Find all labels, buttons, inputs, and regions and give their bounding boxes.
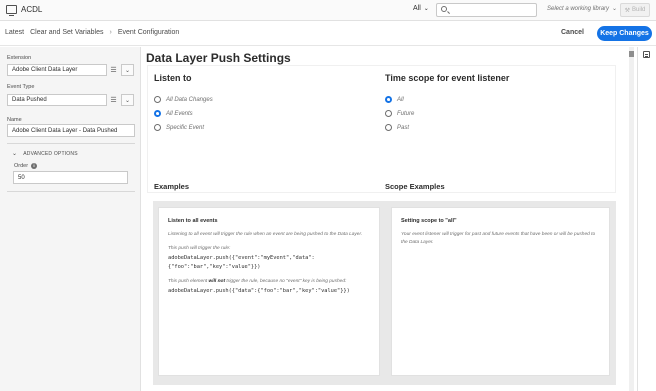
environment-select[interactable]: All ⌄ (413, 5, 429, 12)
chevron-down-icon[interactable]: ⌄ (121, 64, 134, 76)
app-title: ACDL (21, 5, 43, 14)
settings-card (147, 65, 616, 193)
advanced-options-label: ADVANCED OPTIONS (23, 151, 78, 157)
no-trigger-text-start: This push element (168, 279, 209, 284)
radio-specific-event[interactable]: Specific Event (154, 124, 204, 131)
breadcrumb-item-latest[interactable]: Latest (5, 29, 24, 36)
working-library-select[interactable]: Select a working library ⌄ (547, 5, 617, 12)
configuration-panel: Extension Adobe Client Data Layer ☰ ⌄ Ev… (0, 47, 141, 391)
breadcrumb: Latest Clear and Set Variables › Event C… (5, 29, 179, 36)
monitor-icon (6, 5, 17, 16)
radio-all-data-changes[interactable]: All Data Changes (154, 96, 213, 103)
event-type-select[interactable]: Data Pushed (7, 94, 107, 106)
breadcrumb-separator: › (109, 29, 112, 36)
radio-button (154, 124, 161, 131)
build-button[interactable]: ⚒ Build (620, 3, 650, 17)
list-icon[interactable]: ☰ (108, 94, 119, 106)
radio-all-events[interactable]: All Events (154, 110, 193, 117)
chevron-down-icon[interactable]: ⌄ (121, 94, 134, 106)
build-button-label: Build (632, 7, 646, 13)
name-field[interactable]: Adobe Client Data Layer - Data Pushed (7, 124, 135, 137)
comment-icon[interactable] (643, 51, 650, 58)
radio-label: All Events (166, 110, 193, 117)
breadcrumb-item-current: Event Configuration (117, 29, 180, 36)
code-line: adobeDataLayer.push({"event":"myEvent","… (168, 255, 315, 261)
hammer-icon: ⚒ (624, 7, 631, 14)
extension-label: Extension (7, 55, 32, 61)
examples-heading: Examples (154, 182, 190, 191)
radio-label: All Data Changes (166, 96, 213, 103)
no-trigger-emphasis: will not (208, 279, 226, 284)
example-code-no-trigger: adobeDataLayer.push({"data":{"foo":"bar"… (168, 288, 350, 294)
example-title: Listen to all events (168, 218, 218, 224)
divider (637, 47, 638, 391)
order-label: Order i (14, 163, 38, 169)
scope-example-title: Setting scope to "all" (401, 218, 457, 224)
radio-button (385, 124, 392, 131)
example-trigger-text: This push will trigger the rule: (168, 246, 231, 251)
working-library-placeholder: Select a working library (547, 6, 610, 12)
scope-examples-heading: Scope Examples (385, 182, 445, 191)
breadcrumb-item-rule[interactable]: Clear and Set Variables (30, 29, 103, 36)
order-label-text: Order (14, 163, 29, 169)
radio-scope-future[interactable]: Future (385, 110, 414, 117)
chevron-down-icon: ⌄ (12, 151, 18, 157)
radio-button (154, 96, 161, 103)
keep-changes-button[interactable]: Keep Changes (597, 26, 652, 41)
radio-label: All (397, 96, 404, 103)
example-description: Listening to all event will trigger the … (168, 232, 363, 237)
example-no-trigger-text: This push element will not trigger the r… (168, 278, 370, 286)
scrollbar-thumb[interactable] (629, 51, 634, 57)
info-icon[interactable]: i (31, 163, 38, 169)
scrollbar[interactable] (629, 47, 634, 391)
cancel-button[interactable]: Cancel (561, 29, 584, 36)
scope-example-card: Setting scope to "all" Your event listen… (391, 207, 610, 376)
name-label: Name (7, 117, 22, 123)
radio-button (154, 110, 161, 117)
search-icon (441, 6, 447, 12)
no-trigger-text-end: trigger the rule, because no "event" key… (225, 279, 347, 284)
listen-example-card: Listen to all events Listening to all ev… (158, 207, 380, 376)
event-type-label: Event Type (7, 84, 35, 90)
example-code-trigger: adobeDataLayer.push({"event":"myEvent","… (168, 254, 370, 272)
radio-button (385, 96, 392, 103)
search-input[interactable] (436, 3, 537, 17)
radio-label: Specific Event (166, 124, 205, 131)
top-bar: ACDL All ⌄ Select a working library ⌄ ⚒ Bu… (0, 0, 656, 21)
radio-scope-all[interactable]: All (385, 96, 404, 103)
radio-label: Past (397, 124, 410, 131)
order-field[interactable]: 50 (13, 171, 128, 184)
radio-scope-past[interactable]: Past (385, 124, 409, 131)
divider (7, 143, 135, 144)
radio-button (385, 110, 392, 117)
scope-example-description: Your event listener will trigger for pas… (401, 232, 596, 245)
breadcrumb-bar: Latest Clear and Set Variables › Event C… (0, 21, 656, 46)
page-title: Data Layer Push Settings (146, 51, 291, 65)
list-icon[interactable]: ☰ (108, 64, 119, 76)
advanced-options-toggle[interactable]: ⌄ ADVANCED OPTIONS (12, 150, 78, 157)
radio-label: Future (397, 110, 415, 117)
time-scope-heading: Time scope for event listener (385, 73, 510, 83)
environment-value: All (413, 5, 421, 12)
chevron-down-icon: ⌄ (612, 6, 618, 12)
divider (7, 191, 135, 192)
chevron-down-icon: ⌄ (423, 6, 429, 12)
extension-select[interactable]: Adobe Client Data Layer (7, 64, 107, 76)
code-line: {"foo":"bar","key":"value"}}) (168, 264, 261, 270)
listen-to-heading: Listen to (154, 73, 192, 83)
